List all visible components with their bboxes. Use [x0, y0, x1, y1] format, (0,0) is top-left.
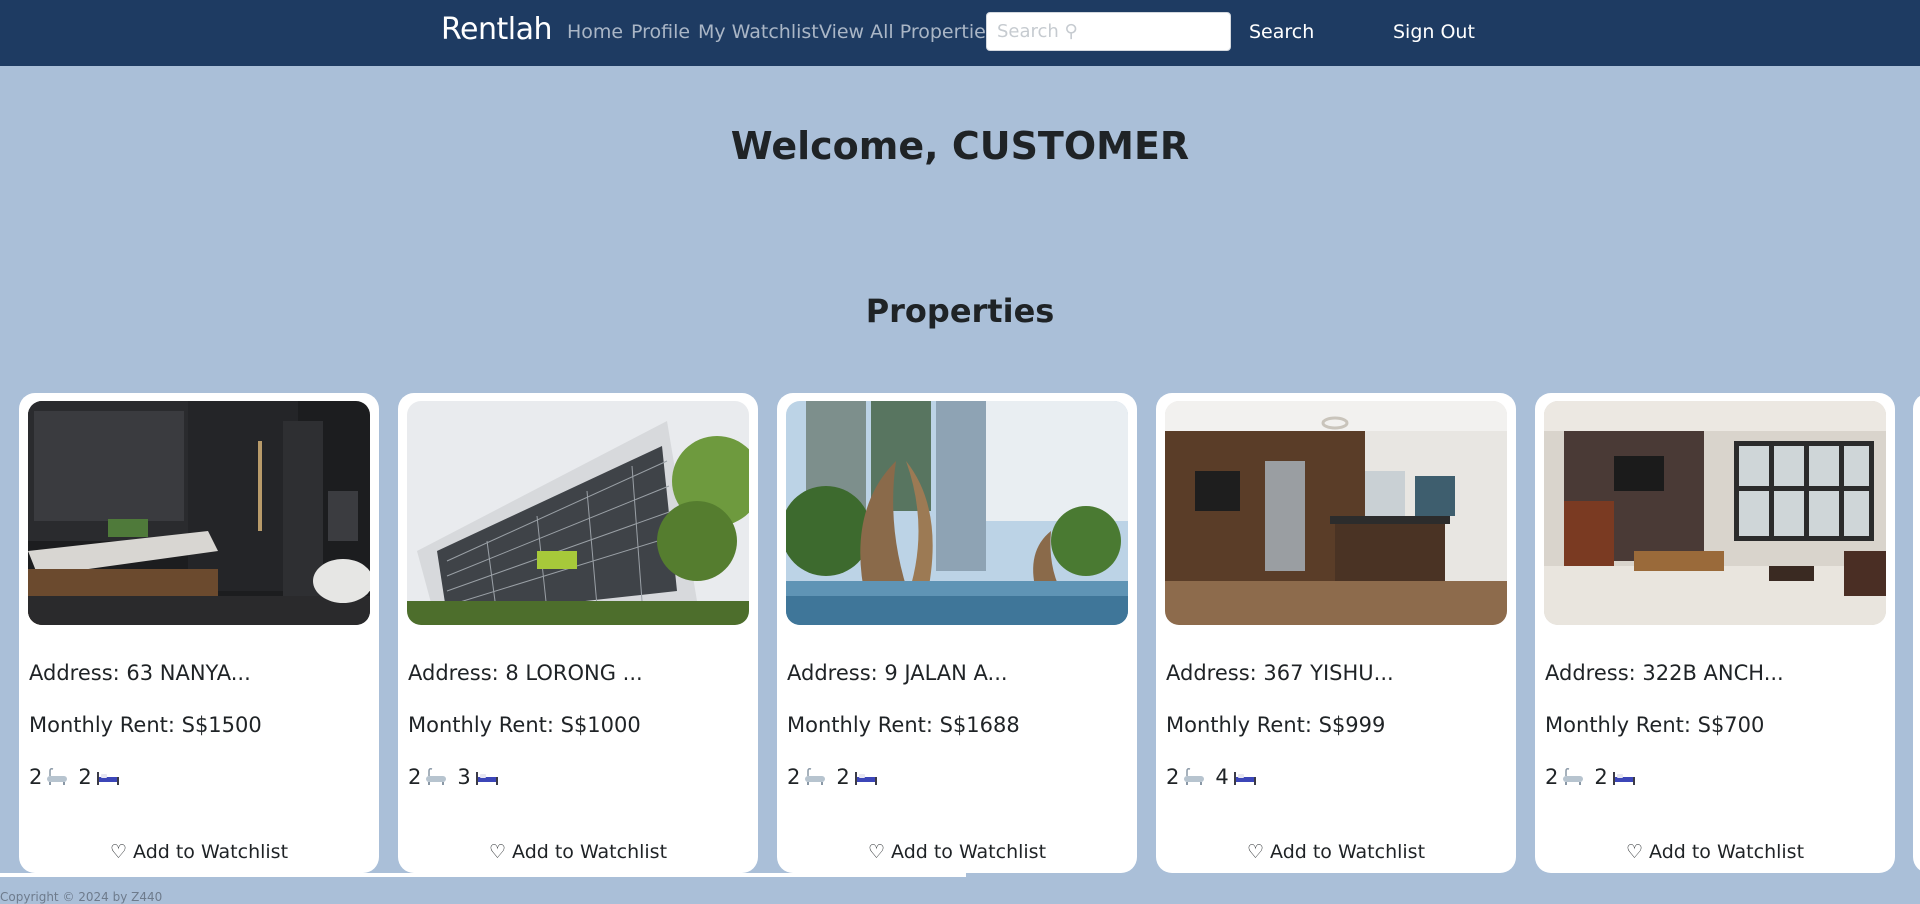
properties-heading: Properties — [865, 292, 1055, 330]
add-to-watchlist-button[interactable]: ♡ Add to Watchlist — [398, 841, 758, 863]
property-features: 2 2 — [29, 765, 130, 789]
bed-icon — [96, 772, 119, 785]
property-features: 2 3 — [408, 765, 509, 789]
bath-count: 2 — [408, 765, 447, 789]
search-input[interactable] — [986, 12, 1231, 51]
property-image-pool[interactable] — [786, 401, 1128, 625]
bath-count: 2 — [1545, 765, 1584, 789]
property-card: Address: 9 JALAN A... Monthly Rent: S$16… — [777, 393, 1137, 873]
nav-link-all-properties[interactable]: View All Properties — [819, 21, 996, 43]
bathtub-icon — [1563, 768, 1584, 785]
bed-count-value: 2 — [836, 765, 850, 789]
property-address: Address: 322B ANCH... — [1545, 661, 1784, 685]
property-rent: Monthly Rent: S$1000 — [408, 713, 641, 737]
bath-count: 2 — [1166, 765, 1205, 789]
property-rent: Monthly Rent: S$700 — [1545, 713, 1765, 737]
bed-count-value: 3 — [457, 765, 471, 789]
horizontal-scrollbar[interactable] — [0, 873, 966, 877]
add-to-watchlist-button[interactable]: ♡ Add to Watchlist — [19, 841, 379, 863]
bath-count-value: 2 — [408, 765, 422, 789]
bed-count: 4 — [1215, 765, 1256, 789]
property-rent: Monthly Rent: S$1500 — [29, 713, 262, 737]
bed-count-value: 4 — [1215, 765, 1229, 789]
property-image-kitchen[interactable] — [1165, 401, 1507, 625]
property-card-partial[interactable] — [1913, 393, 1920, 873]
bathtub-icon — [805, 768, 826, 785]
bed-icon — [475, 772, 498, 785]
bed-count: 2 — [836, 765, 877, 789]
welcome-heading: Welcome, CUSTOMER — [730, 124, 1190, 168]
bed-count-value: 2 — [1594, 765, 1608, 789]
property-image-living-room[interactable] — [1544, 401, 1886, 625]
property-features: 2 2 — [1545, 765, 1646, 789]
bathtub-icon — [426, 768, 447, 785]
bed-count: 2 — [1594, 765, 1635, 789]
bath-count-value: 2 — [1545, 765, 1559, 789]
property-card-list: Address: 63 NANYA... Monthly Rent: S$150… — [19, 393, 1895, 873]
bathtub-icon — [47, 768, 68, 785]
nav-link-home[interactable]: Home — [567, 21, 623, 43]
bed-icon — [1612, 772, 1635, 785]
nav-link-watchlist[interactable]: My Watchlist — [698, 21, 819, 43]
bed-count: 3 — [457, 765, 498, 789]
navbar: Rentlah Home Profile My Watchlist View A… — [0, 0, 1920, 66]
property-address: Address: 9 JALAN A... — [787, 661, 1008, 685]
sign-out-link[interactable]: Sign Out — [1393, 21, 1475, 43]
property-card: Address: 63 NANYA... Monthly Rent: S$150… — [19, 393, 379, 873]
bath-count-value: 2 — [787, 765, 801, 789]
add-to-watchlist-button[interactable]: ♡ Add to Watchlist — [1156, 841, 1516, 863]
bed-count-value: 2 — [78, 765, 92, 789]
property-address: Address: 367 YISHU... — [1166, 661, 1394, 685]
brand-logo[interactable]: Rentlah — [441, 12, 552, 47]
property-image-building[interactable] — [407, 401, 749, 625]
bath-count: 2 — [29, 765, 68, 789]
add-to-watchlist-button[interactable]: ♡ Add to Watchlist — [1535, 841, 1895, 863]
property-card: Address: 367 YISHU... Monthly Rent: S$99… — [1156, 393, 1516, 873]
property-card: Address: 8 LORONG ... Monthly Rent: S$10… — [398, 393, 758, 873]
add-to-watchlist-button[interactable]: ♡ Add to Watchlist — [777, 841, 1137, 863]
property-rent: Monthly Rent: S$999 — [1166, 713, 1386, 737]
bathtub-icon — [1184, 768, 1205, 785]
search-button[interactable]: Search — [1249, 21, 1314, 43]
nav-link-profile[interactable]: Profile — [631, 21, 690, 43]
bath-count-value: 2 — [1166, 765, 1180, 789]
bath-count: 2 — [787, 765, 826, 789]
bed-icon — [854, 772, 877, 785]
property-image-bathroom[interactable] — [28, 401, 370, 625]
bed-count: 2 — [78, 765, 119, 789]
property-features: 2 4 — [1166, 765, 1267, 789]
property-features: 2 2 — [787, 765, 888, 789]
property-address: Address: 63 NANYA... — [29, 661, 251, 685]
property-address: Address: 8 LORONG ... — [408, 661, 643, 685]
bath-count-value: 2 — [29, 765, 43, 789]
bed-icon — [1233, 772, 1256, 785]
property-card: Address: 322B ANCH... Monthly Rent: S$70… — [1535, 393, 1895, 873]
property-rent: Monthly Rent: S$1688 — [787, 713, 1020, 737]
footer-copyright: Copyright © 2024 by Z440 — [0, 890, 163, 904]
